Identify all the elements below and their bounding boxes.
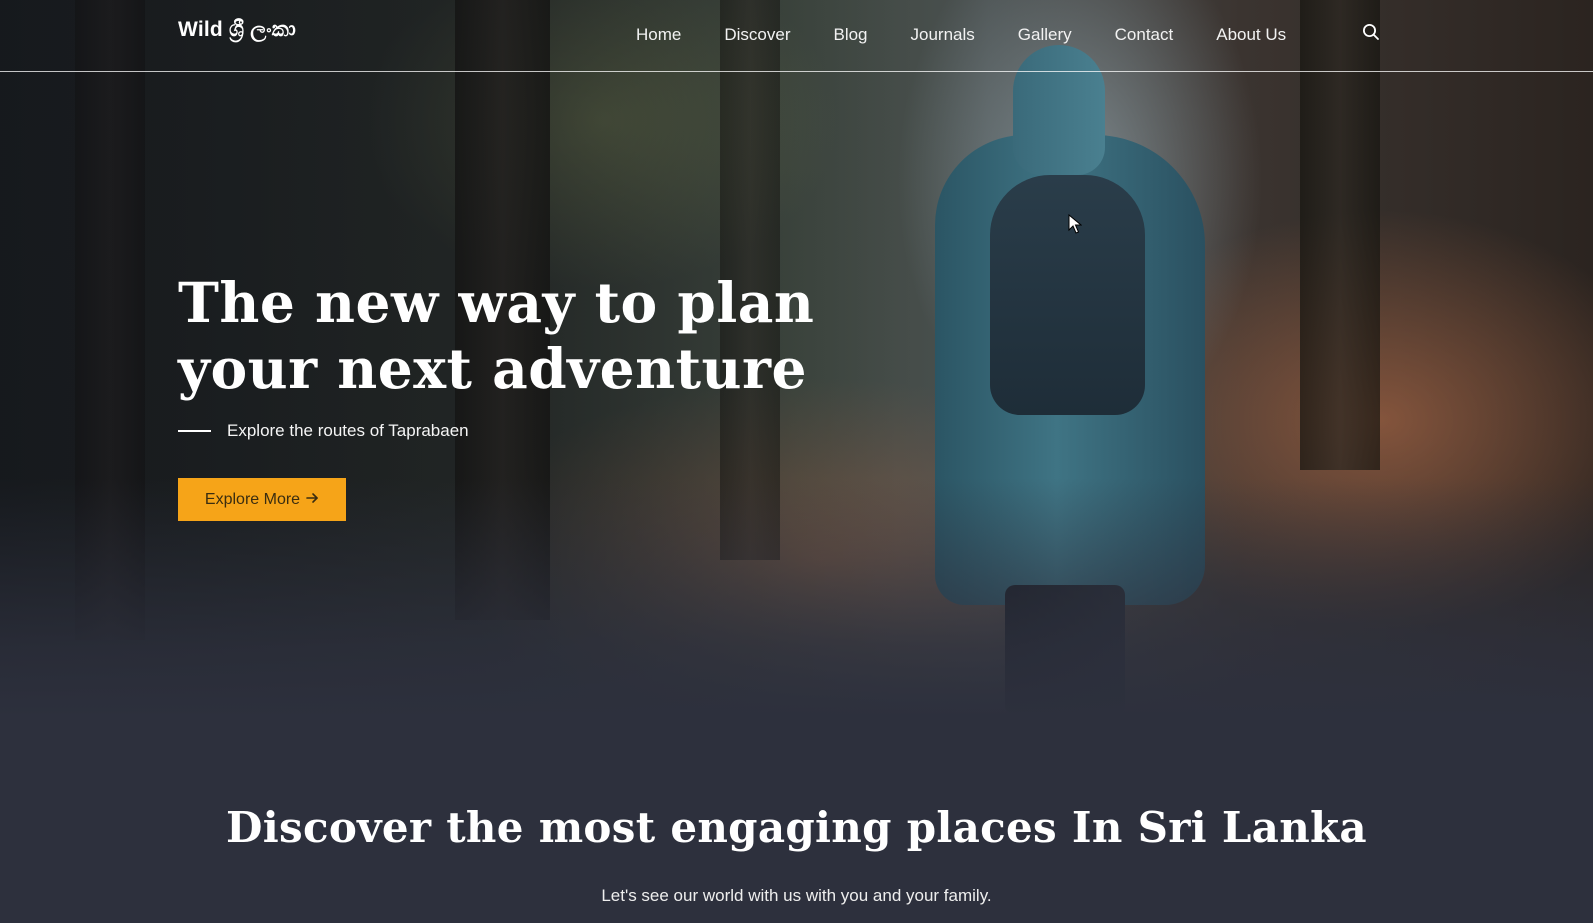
hero-subtitle-text: Explore the routes of Taprabaen — [227, 421, 469, 440]
discover-title: Discover the most engaging places In Sri… — [226, 803, 1367, 852]
hero-title-line-2: your next adventure — [178, 336, 807, 401]
top-navbar: Wild ශ්‍රී ලංකා Home Discover Blog Journ… — [0, 0, 1593, 72]
main-nav: Home Discover Blog Journals Gallery Cont… — [636, 22, 1286, 48]
hero-subtitle: Explore the routes of Taprabaen — [178, 421, 469, 441]
mouse-pointer-icon — [1068, 213, 1083, 238]
nav-item-home[interactable]: Home — [636, 25, 681, 45]
hero-title: The new way to plan your next adventure — [178, 270, 878, 402]
search-icon[interactable] — [1362, 23, 1382, 43]
nav-item-journals[interactable]: Journals — [911, 25, 975, 45]
nav-item-about-us[interactable]: About Us — [1216, 25, 1286, 45]
subtitle-divider-line — [178, 430, 211, 432]
discover-subtitle: Let's see our world with us with you and… — [601, 886, 992, 905]
brand-logo[interactable]: Wild ශ්‍රී ලංකා — [178, 18, 296, 42]
nav-item-discover[interactable]: Discover — [724, 25, 790, 45]
nav-item-blog[interactable]: Blog — [833, 25, 867, 45]
nav-item-gallery[interactable]: Gallery — [1018, 25, 1072, 45]
explore-more-button[interactable]: Explore More — [178, 478, 346, 521]
nav-item-contact[interactable]: Contact — [1115, 25, 1174, 45]
hero-title-line-1: The new way to plan — [178, 270, 815, 335]
arrow-right-icon — [306, 491, 319, 509]
discover-section: Discover the most engaging places In Sri… — [0, 718, 1593, 923]
explore-more-label: Explore More — [204, 490, 301, 508]
